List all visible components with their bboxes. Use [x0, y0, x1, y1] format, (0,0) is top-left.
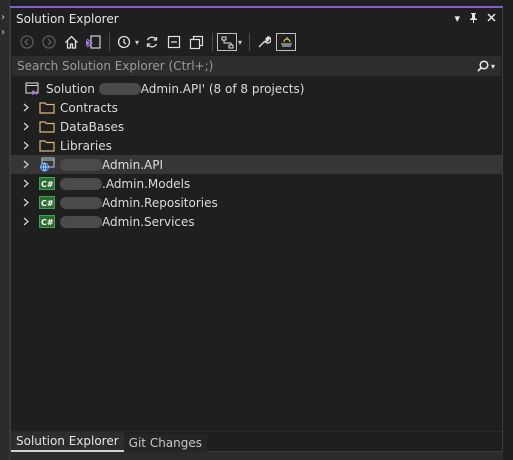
csharp-project-icon: C#: [39, 196, 55, 210]
window-position-dropdown-icon[interactable]: ▾: [454, 12, 460, 26]
tree-project-services[interactable]: C# Admin.Services: [11, 212, 502, 231]
csharp-project-icon: C#: [39, 177, 55, 191]
solution-suffix: Admin.API' (8 of 8 projects): [140, 81, 305, 96]
chevron-right-icon[interactable]: ›: [1, 12, 5, 23]
folder-label: Contracts: [60, 100, 118, 115]
active-panel-accent: [10, 6, 503, 8]
switch-views-icon[interactable]: [83, 32, 103, 52]
tab-solution-explorer[interactable]: Solution Explorer: [11, 432, 124, 452]
chevron-down-icon[interactable]: ▾: [238, 38, 242, 47]
folder-icon: [39, 120, 55, 134]
expand-arrow-icon[interactable]: [21, 160, 31, 169]
expand-arrow-icon[interactable]: [21, 179, 31, 188]
tree-folder-contracts[interactable]: Contracts: [11, 98, 502, 117]
panel-titlebar: Solution Explorer ▾: [11, 9, 502, 29]
chevron-down-icon[interactable]: ▾: [491, 62, 495, 71]
expand-arrow-icon[interactable]: [21, 217, 31, 226]
solution-icon: [25, 81, 41, 96]
chevron-down-icon[interactable]: ▾: [135, 38, 139, 47]
pin-icon[interactable]: [469, 12, 478, 26]
collapse-all-icon[interactable]: [164, 32, 184, 52]
bottom-tab-strip: Solution Explorer Git Changes: [11, 431, 502, 452]
properties-icon[interactable]: [254, 32, 274, 52]
project-label: .Admin.Models: [60, 177, 190, 191]
redacted-text: [60, 197, 102, 209]
project-label: Admin.API: [60, 158, 163, 172]
folder-label: DataBases: [60, 119, 125, 134]
forward-icon[interactable]: [39, 32, 59, 52]
tree-project-models[interactable]: C# .Admin.Models: [11, 174, 502, 193]
solution-label: Solution Admin.API' (8 of 8 projects): [46, 82, 304, 96]
close-icon[interactable]: [487, 12, 496, 26]
toolbar-separator: [249, 33, 251, 51]
toolbar-separator: [109, 33, 110, 51]
tree-folder-databases[interactable]: DataBases: [11, 117, 502, 136]
project-label: Admin.Repositories: [60, 196, 218, 210]
web-project-icon: [39, 157, 55, 172]
tab-git-changes[interactable]: Git Changes: [123, 434, 208, 452]
toolbar-separator: [212, 33, 214, 51]
chevron-right-icon[interactable]: ›: [1, 27, 5, 38]
search-input[interactable]: [17, 59, 457, 73]
expand-arrow-icon[interactable]: [21, 122, 31, 131]
show-all-files-icon[interactable]: [186, 32, 206, 52]
left-dock-strip: › ›: [0, 0, 10, 460]
folder-icon: [39, 101, 55, 115]
redacted-text: [60, 178, 102, 190]
view-class-diagram-icon[interactable]: [217, 33, 238, 51]
svg-text:C#: C#: [41, 218, 54, 227]
svg-text:C#: C#: [41, 199, 54, 208]
expand-arrow-icon[interactable]: [21, 141, 31, 150]
panel-title: Solution Explorer: [16, 12, 119, 26]
solution-node[interactable]: Solution Admin.API' (8 of 8 projects): [11, 79, 502, 98]
redacted-text: [98, 83, 141, 95]
tree-folder-libraries[interactable]: Libraries: [11, 136, 502, 155]
svg-text:C#: C#: [41, 180, 54, 189]
status-band: [10, 452, 503, 460]
expand-arrow-icon[interactable]: [21, 198, 31, 207]
tree-project-repositories[interactable]: C# Admin.Repositories: [11, 193, 502, 212]
redacted-text: [60, 216, 102, 228]
preview-selected-items-icon[interactable]: [276, 33, 297, 51]
back-icon[interactable]: [17, 32, 37, 52]
redacted-text: [60, 159, 102, 171]
folder-label: Libraries: [60, 138, 112, 153]
home-icon[interactable]: [61, 32, 81, 52]
pending-changes-filter-icon[interactable]: [114, 32, 134, 52]
toolbar: ▾ ▾: [11, 29, 502, 55]
tree-project-api[interactable]: Admin.API: [11, 155, 502, 174]
project-label: Admin.Services: [60, 215, 195, 229]
expand-arrow-icon[interactable]: [21, 103, 31, 112]
csharp-project-icon: C#: [39, 215, 55, 229]
sync-with-active-document-icon[interactable]: [142, 32, 162, 52]
folder-icon: [39, 139, 55, 153]
search-options[interactable]: ▾: [477, 59, 495, 73]
solution-prefix: Solution: [46, 81, 95, 96]
search-box[interactable]: ▾: [12, 56, 501, 76]
solution-tree: Solution Admin.API' (8 of 8 projects) Co…: [11, 79, 502, 231]
solution-explorer-panel: Solution Explorer ▾ ▾ ▾ Search Solution …: [10, 6, 503, 452]
